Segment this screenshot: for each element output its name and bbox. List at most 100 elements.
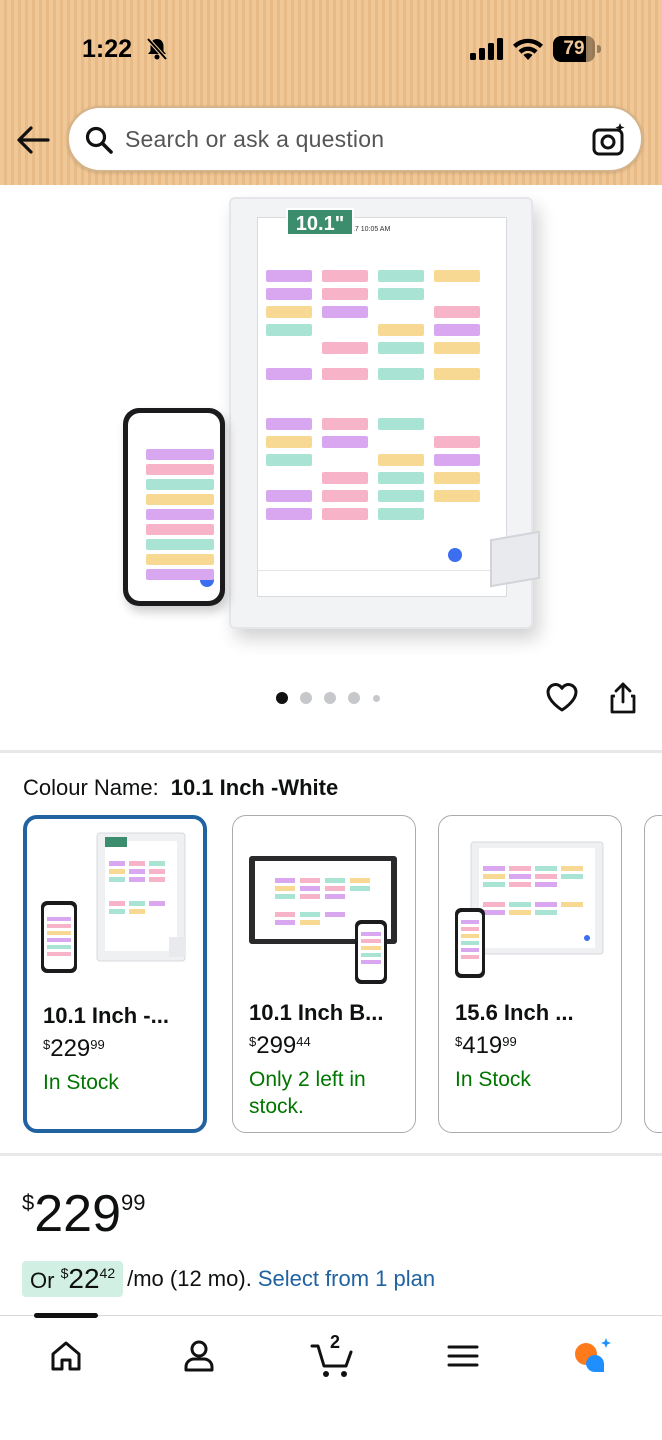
home-icon[interactable] xyxy=(46,1336,86,1376)
variant-option-partial[interactable] xyxy=(644,815,662,1133)
variant-thumbnail xyxy=(249,856,397,984)
status-bar: 1:22 79 xyxy=(0,28,662,72)
calendar-event-block xyxy=(322,418,368,430)
search-icon xyxy=(85,126,113,154)
select-plan-link[interactable]: Select from 1 plan xyxy=(258,1266,435,1292)
calendar-event-block xyxy=(434,472,480,484)
calendar-event-block xyxy=(266,454,312,466)
monthly-payment: Or $2242 /mo (12 mo). Select from 1 plan xyxy=(22,1260,435,1298)
camera-search-icon[interactable] xyxy=(591,122,627,158)
cart-button[interactable]: 2 xyxy=(310,1332,356,1380)
calendar-event-block xyxy=(266,368,312,380)
calendar-event-block xyxy=(378,418,424,430)
colour-label-text: Colour Name: xyxy=(23,775,159,800)
variant-price: $29944 xyxy=(249,1032,311,1059)
silent-bell-icon xyxy=(146,37,168,61)
variant-name: 10.1 Inch B... xyxy=(249,1000,384,1025)
colour-name-label: Colour Name: 10.1 Inch -White xyxy=(23,775,338,801)
calendar-event-block xyxy=(146,494,214,505)
variant-name: 15.6 Inch ... xyxy=(455,1000,574,1025)
calendar-event-block xyxy=(322,270,368,282)
pagination-dot[interactable] xyxy=(276,692,288,704)
heart-icon[interactable] xyxy=(545,681,579,713)
active-tab-indicator xyxy=(34,1313,98,1318)
calendar-event-block xyxy=(266,418,312,430)
calendar-event-block xyxy=(146,464,214,475)
calendar-event-block xyxy=(146,509,214,520)
calendar-event-block xyxy=(378,324,424,336)
pagination-dot[interactable] xyxy=(348,692,360,704)
account-icon[interactable] xyxy=(179,1336,219,1376)
share-icon[interactable] xyxy=(606,681,640,715)
calendar-event-block xyxy=(266,508,312,520)
phone-image xyxy=(123,408,225,606)
bottom-navigation: 2 xyxy=(0,1313,662,1440)
calendar-event-block xyxy=(266,324,312,336)
variant-price: $41999 xyxy=(455,1032,517,1059)
calendar-event-block xyxy=(266,288,312,300)
variant-option[interactable]: 10.1 Inch -... $22999 In Stock xyxy=(23,815,207,1133)
calendar-event-block xyxy=(146,554,214,565)
calendar-event-block xyxy=(266,306,312,318)
calendar-event-block xyxy=(266,270,312,282)
cellular-signal-icon xyxy=(470,38,503,60)
calendar-event-block xyxy=(434,436,480,448)
pagination-dot[interactable] xyxy=(373,695,380,702)
section-divider xyxy=(0,750,662,753)
search-bar[interactable]: Search or ask a question xyxy=(67,106,643,172)
calendar-event-block xyxy=(322,436,368,448)
variant-option[interactable]: 15.6 Inch ... $41999 In Stock xyxy=(438,815,622,1133)
cart-count: 2 xyxy=(330,1332,341,1352)
calendar-event-block xyxy=(322,306,368,318)
calendar-event-block xyxy=(266,490,312,502)
calendar-event-block xyxy=(378,368,424,380)
image-pagination-dots[interactable] xyxy=(276,692,386,706)
menu-icon[interactable] xyxy=(443,1336,483,1376)
calendar-event-block xyxy=(434,454,480,466)
calendar-event-block xyxy=(378,342,424,354)
product-price: $22999 xyxy=(22,1185,146,1243)
calendar-event-block xyxy=(434,490,480,502)
calendar-event-block xyxy=(266,436,312,448)
calendar-event-block xyxy=(146,539,214,550)
calendar-event-block xyxy=(434,306,480,318)
status-time: 1:22 xyxy=(82,35,133,63)
calendar-event-block xyxy=(322,368,368,380)
calendar-event-block xyxy=(322,288,368,300)
rufus-assistant-icon[interactable] xyxy=(572,1336,612,1376)
phone-calendar-screen xyxy=(128,413,220,601)
variant-option[interactable]: 10.1 Inch B... $29944 Only 2 left in sto… xyxy=(232,815,416,1133)
calendar-event-block xyxy=(146,569,214,580)
back-arrow-icon[interactable] xyxy=(14,120,54,160)
wifi-icon xyxy=(513,38,543,60)
calendar-event-block xyxy=(322,472,368,484)
variant-stock-status: Only 2 left in stock. xyxy=(249,1068,366,1118)
variant-name: 10.1 Inch -... xyxy=(43,1003,169,1028)
calendar-event-block xyxy=(434,324,480,336)
product-image-gallery[interactable]: 72°F September 17 10:05 AM xyxy=(0,185,662,745)
header: 1:22 79 Search or ask a question xyxy=(0,0,662,185)
calendar-event-block xyxy=(378,454,424,466)
monthly-term: /mo (12 mo). xyxy=(127,1266,252,1291)
calendar-event-block xyxy=(434,270,480,282)
variant-thumbnail xyxy=(455,841,604,978)
calendar-event-block xyxy=(322,490,368,502)
calendar-event-block xyxy=(434,368,480,380)
search-input[interactable]: Search or ask a question xyxy=(125,126,384,153)
calendar-event-block xyxy=(378,508,424,520)
calendar-screen: 72°F September 17 10:05 AM xyxy=(257,217,507,597)
variant-price: $22999 xyxy=(43,1035,105,1062)
calendar-event-block xyxy=(322,342,368,354)
calendar-event-block xyxy=(434,342,480,354)
calendar-event-block xyxy=(378,270,424,282)
variant-stock-status: In Stock xyxy=(43,1071,119,1094)
section-divider xyxy=(0,1153,662,1156)
calendar-event-block xyxy=(378,490,424,502)
monthly-price-pill: Or $2242 xyxy=(22,1261,124,1297)
battery-indicator: 79 xyxy=(553,36,601,62)
screen-tab-bar xyxy=(258,570,506,571)
pagination-dot[interactable] xyxy=(300,692,312,704)
variant-thumbnail xyxy=(41,832,186,973)
pagination-dot[interactable] xyxy=(324,692,336,704)
screen-add-fab xyxy=(448,548,462,562)
